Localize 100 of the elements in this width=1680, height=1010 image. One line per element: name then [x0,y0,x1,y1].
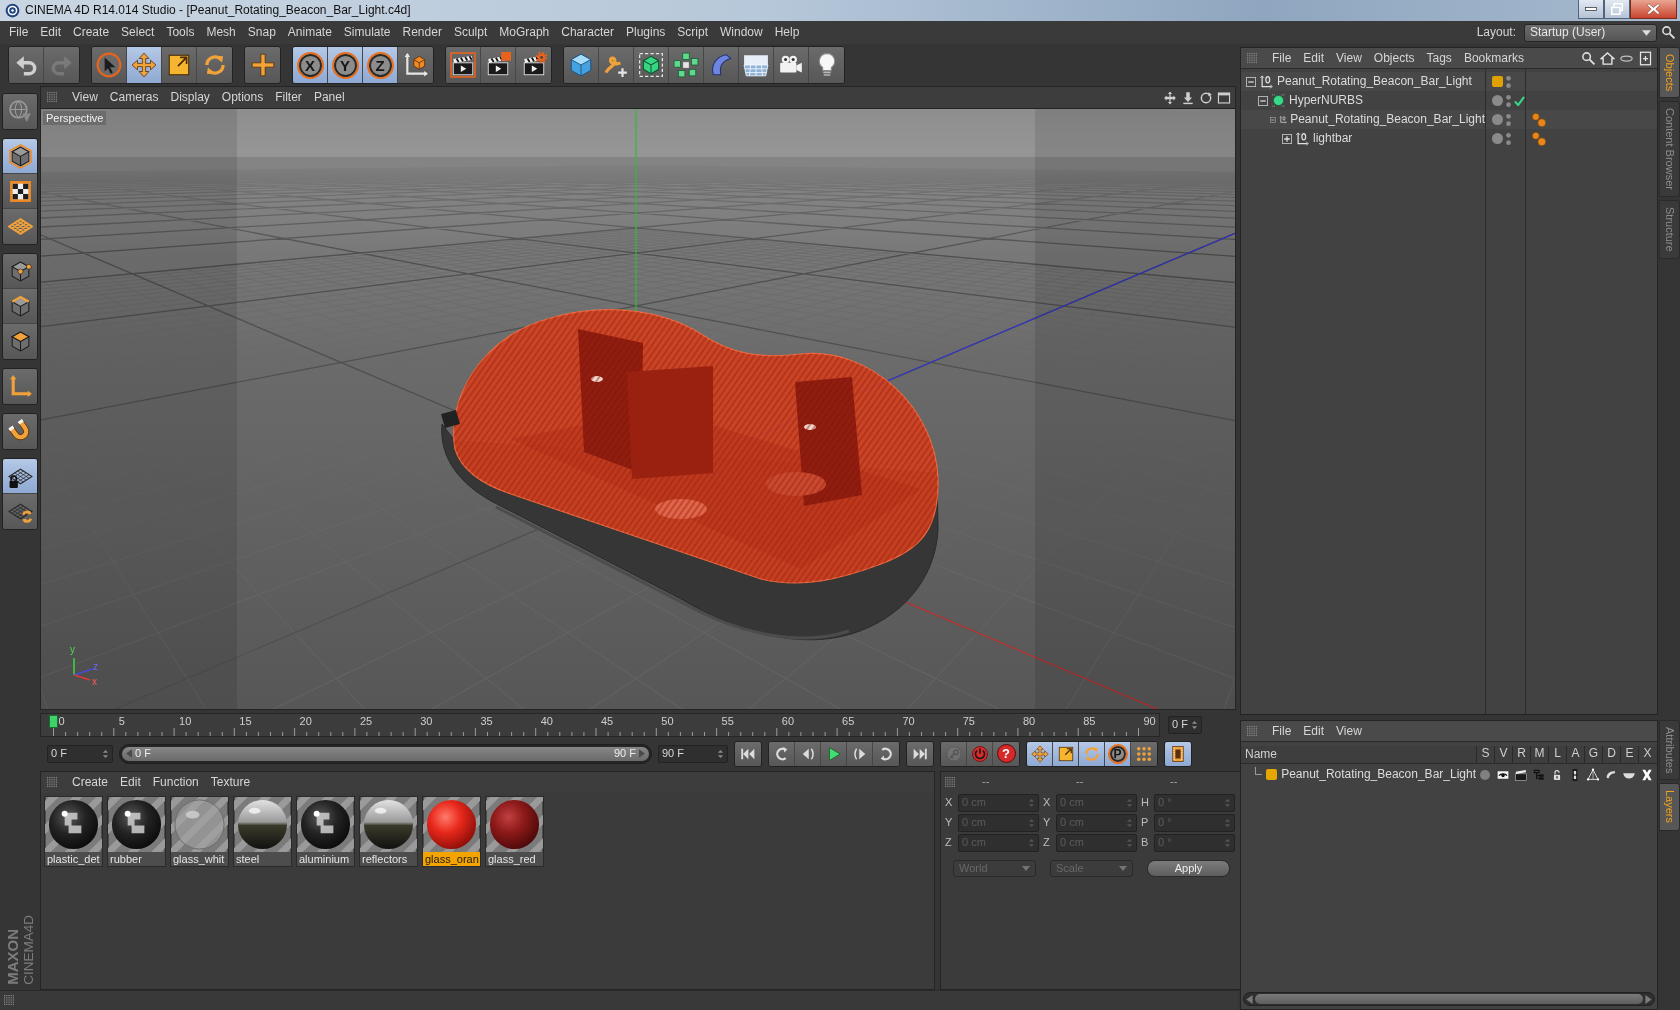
menu-item[interactable]: Filter [269,90,308,105]
menu-item[interactable]: MoGraph [493,25,556,40]
minimize-button[interactable] [1578,0,1604,19]
menu-item[interactable]: Tags [1420,50,1458,66]
go-to-start-button[interactable] [735,741,761,766]
menu-item[interactable]: Edit [1297,723,1331,739]
cloner-button[interactable] [669,47,704,83]
menu-item[interactable]: Snap [241,25,282,40]
dot-icon[interactable] [1492,95,1503,106]
spline-pen-button[interactable] [599,47,634,83]
workplane-mode-button[interactable] [3,209,37,244]
polygons-mode-button[interactable] [3,324,37,359]
tweak-mode-button[interactable] [3,414,37,449]
menu-item[interactable]: Edit [1297,50,1331,66]
layer-color-icon[interactable] [1492,76,1503,87]
down-arrow-icon[interactable] [1181,90,1195,105]
scale-tool-button[interactable] [162,47,197,83]
panel-tab[interactable]: Structure [1659,200,1680,259]
menu-item[interactable]: File [1266,50,1298,66]
orbit-icon[interactable] [1199,90,1213,105]
panel-tab[interactable]: Attributes [1659,720,1680,781]
search-icon[interactable] [1661,25,1676,40]
axis-mode-button[interactable] [3,369,37,404]
texture-mode-button[interactable] [3,174,37,209]
menu-item[interactable]: Panel [307,90,351,105]
new-panel-icon[interactable] [1638,50,1653,66]
expand-toggle-icon[interactable] [1282,133,1292,144]
menu-item[interactable]: Tools [160,25,201,40]
menu-item[interactable]: Character [555,25,620,40]
restore-button[interactable] [1604,0,1630,19]
render-view-button[interactable] [446,47,481,83]
snap-button[interactable] [3,494,37,529]
playhead-marker[interactable] [48,715,58,728]
menu-item[interactable]: Edit [114,775,147,790]
timeline-button[interactable] [1165,741,1191,766]
axis-lock-button[interactable]: X [293,47,328,83]
collapse-toggle-icon[interactable] [1258,95,1268,106]
spinner-arrows-icon[interactable] [717,748,724,759]
close-button[interactable] [1630,0,1677,19]
menu-item[interactable]: Objects [1367,50,1421,66]
visibility-dots-icon[interactable] [1506,94,1511,107]
timeline-ruler[interactable]: 0 5 10 15 20 25 30 35 40 45 50 55 60 65 70 75 80 85 90 [40,713,1160,737]
pyramid-icon[interactable] [1586,767,1600,782]
go-to-end-button[interactable] [907,741,933,766]
axis-lock-button[interactable]: Z [363,47,398,83]
locked-workplane-button[interactable] [3,459,37,494]
tag-spheres-icon[interactable] [1532,112,1546,127]
previous-key-button[interactable] [769,741,795,766]
menu-item[interactable]: Help [768,25,806,40]
end-frame-field[interactable]: 90 F [658,744,728,763]
collapse-toggle-icon[interactable] [1246,76,1256,87]
menu-item[interactable]: File [3,25,35,40]
play-button[interactable] [821,741,847,766]
menu-item[interactable]: Render [396,25,448,40]
spinner-arrows-icon[interactable] [102,748,109,759]
clapper-icon[interactable] [1514,767,1528,782]
search-icon[interactable] [1581,50,1596,66]
grip-icon[interactable] [1247,725,1258,737]
parameter-track-button[interactable]: P [1105,741,1131,766]
move-tool-button[interactable] [127,47,162,83]
menu-item[interactable]: Options [215,90,270,105]
keyframe-selection-button[interactable]: ? [993,741,1019,766]
menu-item[interactable]: File [1266,723,1298,739]
camera-object-button[interactable] [774,47,809,83]
visibility-dots-icon[interactable] [1506,75,1511,88]
object-name[interactable]: HyperNURBS [1289,93,1363,108]
dot-icon[interactable] [1492,114,1503,125]
floor-object-button[interactable] [739,47,774,83]
grip-icon[interactable] [945,776,956,788]
next-frame-button[interactable] [847,741,873,766]
checkmark-icon[interactable] [1514,95,1525,106]
coordinate-system-button[interactable] [398,47,433,83]
previous-frame-button[interactable] [795,741,821,766]
cube-object-button[interactable] [564,47,599,83]
render-picture-button[interactable] [481,47,516,83]
menu-item[interactable]: Sculpt [447,25,494,40]
current-frame-field[interactable]: 0 F [1168,716,1202,734]
material-thumbnail[interactable]: glass_red [485,796,544,867]
menu-item[interactable]: Script [671,25,714,40]
bent-shape-icon[interactable] [1604,767,1618,782]
next-key-button[interactable] [873,741,899,766]
object-name[interactable]: lightbar [1313,131,1353,146]
axis-lock-button[interactable]: Y [328,47,363,83]
menu-item[interactable]: Create [67,25,116,40]
material-thumbnail[interactable]: glass_whit [170,796,229,867]
undo-button[interactable] [9,47,44,83]
resize-grip-icon[interactable] [4,995,15,1006]
maximize-icon[interactable] [1217,90,1231,105]
subdivision-surface-button[interactable] [634,47,669,83]
menu-item[interactable]: Bookmarks [1457,50,1530,66]
menu-item[interactable]: Mesh [200,25,242,40]
panel-tab[interactable]: Objects [1659,47,1680,99]
panel-tab[interactable]: Layers [1659,783,1680,831]
padlock-icon[interactable] [1550,767,1564,782]
left-arrow-icon[interactable] [1246,994,1253,1004]
layer-name[interactable]: Peanut_Rotating_Beacon_Bar_Light [1281,767,1476,782]
add-tool-button[interactable] [245,47,280,83]
menu-item[interactable]: Cameras [103,90,165,105]
dot-icon[interactable] [1492,133,1503,144]
menu-item[interactable]: Window [714,25,769,40]
